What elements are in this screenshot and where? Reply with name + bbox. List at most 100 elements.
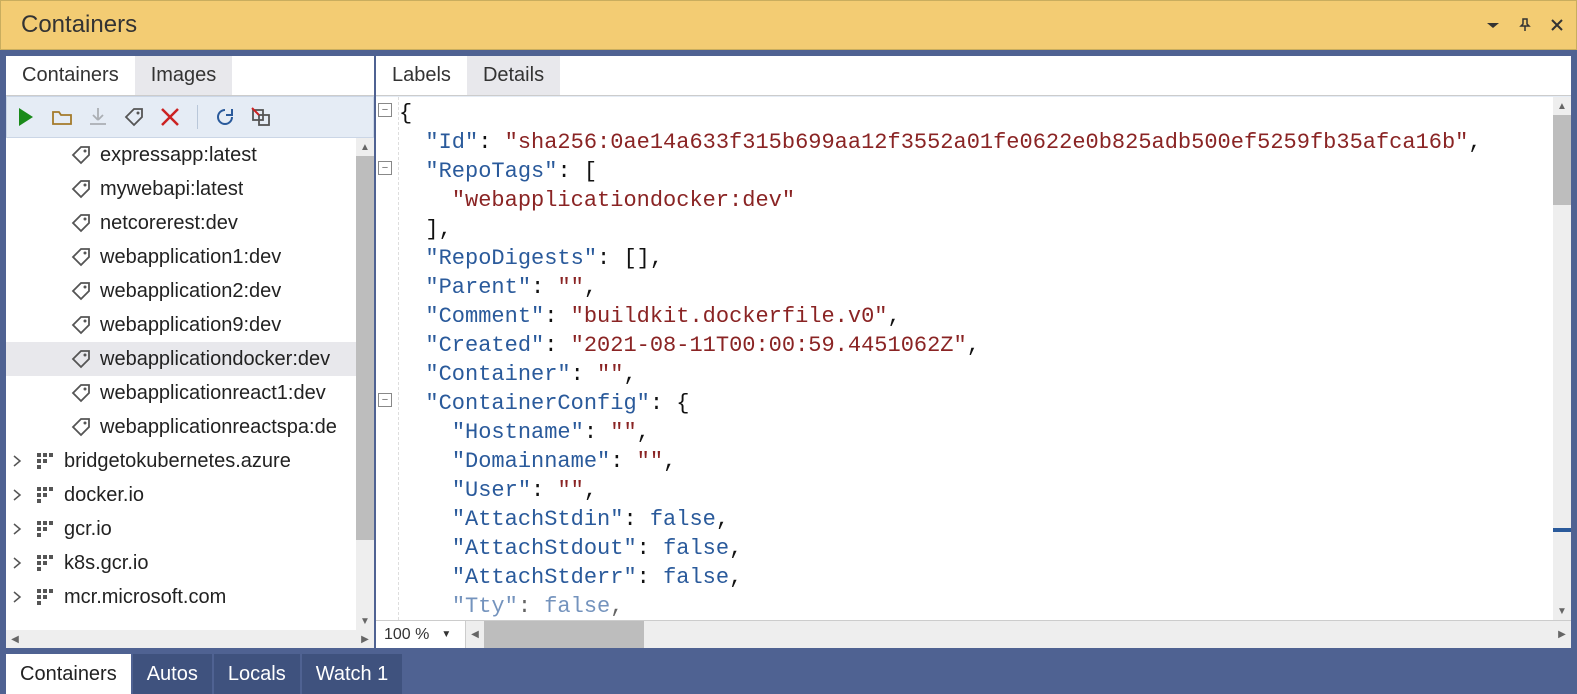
tab-images[interactable]: Images [135,56,233,95]
code-line: "RepoTags": [ [399,157,1553,186]
registry-item[interactable]: k8s.gcr.io [6,546,356,580]
tag-icon [70,178,92,200]
tree-item-label: mcr.microsoft.com [64,586,226,609]
fold-toggle[interactable]: − [378,103,392,117]
main-split: Containers Images expressapp:latest myweb… [6,56,1571,648]
editor-statusbar: 100 % ▼ ◀ ▶ [376,620,1571,648]
tree-item-label: k8s.gcr.io [64,552,148,575]
images-tree[interactable]: expressapp:latest mywebapi:latest netcorer… [6,138,356,630]
image-item[interactable]: netcorerest:dev [6,206,356,240]
prune-icon[interactable] [250,106,272,128]
scroll-left-icon[interactable]: ◀ [6,634,24,645]
fold-gutter[interactable]: − − − [376,97,398,620]
registry-icon [34,586,56,608]
code-line: "Hostname": "", [399,418,1553,447]
json-editor: − − − { "Id": "sha256:0ae14a633f315b699aa1… [376,96,1571,620]
scroll-up-icon[interactable]: ▲ [1553,97,1571,115]
pin-icon[interactable] [1518,18,1532,32]
tree-item-label: webapplication2:dev [100,280,281,303]
code-line: "Container": "", [399,360,1553,389]
image-item[interactable]: webapplication9:dev [6,308,356,342]
expand-icon[interactable] [10,454,24,468]
tree-item-label: mywebapi:latest [100,178,243,201]
fold-toggle[interactable]: − [378,393,392,407]
tool-window-title: Containers [21,11,137,39]
bottom-tab-locals[interactable]: Locals [214,654,300,694]
zoom-dropdown[interactable]: 100 % ▼ [376,621,466,648]
registry-item[interactable]: bridgetokubernetes.azure [6,444,356,478]
tree-item-label: webapplicationreact1:dev [100,382,326,405]
image-item[interactable]: webapplication2:dev [6,274,356,308]
open-folder-icon[interactable] [51,106,73,128]
image-item[interactable]: webapplicationreactspa:de [6,410,356,444]
left-subtabs: Containers Images [6,56,374,96]
tab-containers[interactable]: Containers [6,56,135,95]
tag-icon[interactable] [123,106,145,128]
tree-item-label: docker.io [64,484,144,507]
registry-icon [34,552,56,574]
image-item[interactable]: mywebapi:latest [6,172,356,206]
tag-icon [70,416,92,438]
code-line: "Domainname": "", [399,447,1553,476]
expand-icon[interactable] [10,522,24,536]
editor-vscrollbar[interactable]: ▲ ▼ [1553,97,1571,620]
tag-icon [70,212,92,234]
bottom-tabs: ContainersAutosLocalsWatch 1 [0,654,1577,694]
scroll-down-icon[interactable]: ▼ [1553,602,1571,620]
image-item[interactable]: webapplication1:dev [6,240,356,274]
code-line: { [399,99,1553,128]
tree-item-label: bridgetokubernetes.azure [64,450,291,473]
bottom-tab-containers[interactable]: Containers [6,654,131,694]
expand-icon[interactable] [10,556,24,570]
tree-wrap: expressapp:latest mywebapi:latest netcorer… [6,138,374,630]
left-panel: Containers Images expressapp:latest myweb… [6,56,376,648]
registry-item[interactable]: docker.io [6,478,356,512]
tag-icon [70,382,92,404]
scroll-up-icon[interactable]: ▲ [356,138,374,156]
editor-hscrollbar[interactable]: ◀ ▶ [466,621,1571,648]
code-line: "Parent": "", [399,273,1553,302]
tree-hscrollbar[interactable]: ◀ ▶ [6,630,374,648]
tag-icon [70,144,92,166]
expand-icon[interactable] [10,488,24,502]
code-line: "AttachStderr": false, [399,563,1553,592]
expand-icon[interactable] [10,590,24,604]
fold-toggle[interactable]: − [378,161,392,175]
code-line: "Created": "2021-08-11T00:00:59.4451062Z… [399,331,1553,360]
tab-labels[interactable]: Labels [376,56,467,95]
registry-icon [34,484,56,506]
code-line: "Comment": "buildkit.dockerfile.v0", [399,302,1553,331]
zoom-value: 100 % [384,626,429,644]
tab-details[interactable]: Details [467,56,560,95]
scroll-down-icon[interactable]: ▼ [356,612,374,630]
code-line: "AttachStdin": false, [399,505,1553,534]
image-item[interactable]: webapplicationreact1:dev [6,376,356,410]
tree-vscrollbar[interactable]: ▲ ▼ [356,138,374,630]
tag-icon [70,348,92,370]
code-line: ], [399,215,1553,244]
scroll-right-icon[interactable]: ▶ [356,634,374,645]
registry-icon [34,450,56,472]
window-options-icon[interactable] [1486,18,1500,32]
registry-icon [34,518,56,540]
registry-item[interactable]: gcr.io [6,512,356,546]
tool-window-titlebar: Containers [0,0,1577,50]
run-icon[interactable] [15,106,37,128]
close-icon[interactable] [1550,18,1564,32]
refresh-icon[interactable] [214,106,236,128]
registry-item[interactable]: mcr.microsoft.com [6,580,356,614]
tree-item-label: netcorerest:dev [100,212,238,235]
code-line: "Id": "sha256:0ae14a633f315b699aa12f3552… [399,128,1553,157]
scroll-left-icon[interactable]: ◀ [466,621,484,648]
download-icon[interactable] [87,106,109,128]
bottom-tab-watch-1[interactable]: Watch 1 [302,654,403,694]
json-code-area[interactable]: { "Id": "sha256:0ae14a633f315b699aa12f35… [398,97,1553,620]
code-line: "webapplicationdocker:dev" [399,186,1553,215]
delete-icon[interactable] [159,106,181,128]
tree-item-label: webapplicationdocker:dev [100,348,330,371]
scroll-right-icon[interactable]: ▶ [1553,621,1571,648]
image-item[interactable]: expressapp:latest [6,138,356,172]
right-subtabs: Labels Details [376,56,1571,96]
image-item[interactable]: webapplicationdocker:dev [6,342,356,376]
bottom-tab-autos[interactable]: Autos [133,654,212,694]
